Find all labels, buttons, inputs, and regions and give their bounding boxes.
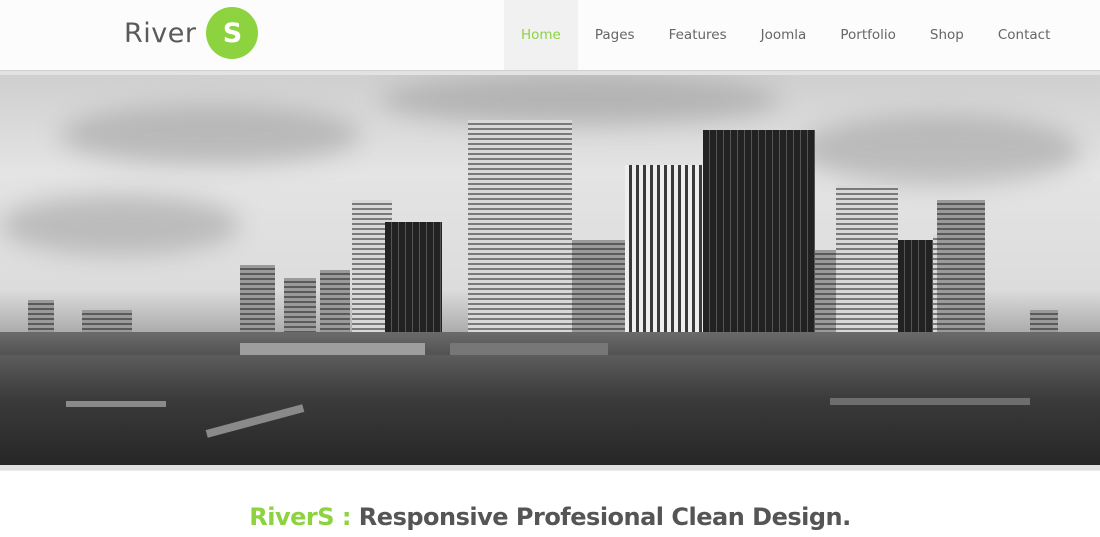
cloud: [800, 115, 1080, 185]
logo-badge-icon: S: [206, 7, 259, 59]
logo-text: River: [124, 17, 197, 49]
building: [836, 185, 898, 350]
cloud: [380, 75, 780, 125]
nav-item-pages[interactable]: Pages: [578, 0, 652, 70]
tagline-text: Responsive Profesional Clean Design.: [350, 503, 851, 531]
hero-divider: [0, 465, 1100, 471]
nav-item-features[interactable]: Features: [652, 0, 744, 70]
building: [625, 165, 710, 350]
pier: [66, 401, 166, 407]
site-header: River S Home Pages Features Joomla Portf…: [0, 0, 1100, 70]
pier: [830, 398, 1030, 405]
nav-item-contact[interactable]: Contact: [981, 0, 1068, 70]
tagline-brand: RiverS :: [249, 503, 351, 531]
building: [468, 120, 572, 350]
cloud: [0, 195, 240, 255]
hero-skyline-image: [0, 75, 1100, 465]
nav-item-shop[interactable]: Shop: [913, 0, 981, 70]
cloud: [60, 105, 360, 165]
building: [703, 130, 815, 350]
building: [937, 200, 985, 350]
main-nav: Home Pages Features Joomla Portfolio Sho…: [504, 0, 1067, 70]
nav-item-joomla[interactable]: Joomla: [744, 0, 824, 70]
nav-item-portfolio[interactable]: Portfolio: [823, 0, 913, 70]
harbor-water: [0, 355, 1100, 465]
site-logo[interactable]: River S: [124, 7, 259, 59]
building: [385, 222, 442, 350]
tagline: RiverS : Responsive Profesional Clean De…: [0, 503, 1100, 531]
nav-item-home[interactable]: Home: [504, 0, 578, 70]
